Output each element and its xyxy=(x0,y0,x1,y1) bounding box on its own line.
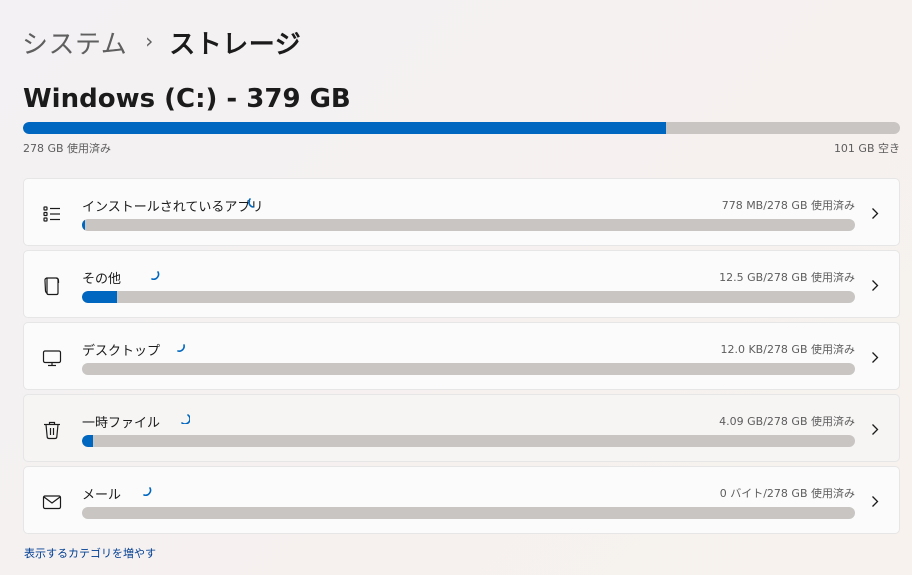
category-label: インストールされているアプリ xyxy=(82,200,264,215)
category-usage-bar xyxy=(82,435,855,447)
category-installed-apps[interactable]: インストールされているアプリ 778 MB/278 GB 使用済み xyxy=(23,178,900,246)
desktop-monitor-icon xyxy=(41,347,63,369)
category-usage-bar-fill xyxy=(82,507,85,519)
storage-category-list: インストールされているアプリ 778 MB/278 GB 使用済み その他 12… xyxy=(23,178,900,538)
trash-icon xyxy=(41,419,63,441)
page-title: ストレージ xyxy=(169,29,302,60)
category-usage-bar-fill xyxy=(82,291,117,303)
category-size: 778 MB/278 GB 使用済み xyxy=(721,199,855,212)
loading-spinner-icon xyxy=(181,414,190,424)
breadcrumb: システム › ストレージ xyxy=(22,24,301,60)
category-usage-bar-fill xyxy=(82,435,93,447)
category-label: デスクトップ xyxy=(82,344,161,359)
drive-title: Windows (C:) - 379 GB xyxy=(23,84,351,114)
category-label: メール xyxy=(82,488,122,503)
drive-used-label: 278 GB 使用済み xyxy=(23,142,112,155)
category-label: その他 xyxy=(82,272,122,287)
chevron-right-icon xyxy=(869,422,881,436)
loading-spinner-icon xyxy=(143,487,152,496)
category-mail[interactable]: メール 0 バイト/278 GB 使用済み xyxy=(23,466,900,534)
loading-spinner-icon xyxy=(151,271,160,280)
other-files-icon xyxy=(41,275,63,297)
loading-spinner-icon xyxy=(248,198,254,208)
breadcrumb-separator-icon: › xyxy=(145,29,154,53)
category-desktop[interactable]: デスクトップ 12.0 KB/278 GB 使用済み xyxy=(23,322,900,390)
category-size: 12.5 GB/278 GB 使用済み xyxy=(719,271,855,284)
category-other[interactable]: その他 12.5 GB/278 GB 使用済み xyxy=(23,250,900,318)
show-more-categories-link[interactable]: 表示するカテゴリを増やす xyxy=(24,545,156,561)
chevron-right-icon xyxy=(869,206,881,220)
category-usage-bar xyxy=(82,291,855,303)
mail-icon xyxy=(41,491,63,513)
chevron-right-icon xyxy=(869,278,881,292)
category-size: 0 バイト/278 GB 使用済み xyxy=(719,487,855,500)
category-usage-bar-fill xyxy=(82,363,85,375)
drive-usage-bar xyxy=(23,122,900,134)
category-usage-bar xyxy=(82,219,855,231)
chevron-right-icon xyxy=(869,350,881,364)
loading-spinner-icon xyxy=(177,344,185,352)
category-usage-bar xyxy=(82,363,855,375)
drive-free-label: 101 GB 空き xyxy=(833,142,900,155)
chevron-right-icon xyxy=(869,494,881,508)
category-usage-bar-fill xyxy=(82,219,86,231)
category-label: 一時ファイル xyxy=(82,416,161,431)
category-size: 12.0 KB/278 GB 使用済み xyxy=(720,343,855,356)
category-temporary-files[interactable]: 一時ファイル 4.09 GB/278 GB 使用済み xyxy=(23,394,900,462)
apps-list-icon xyxy=(41,203,63,225)
category-size: 4.09 GB/278 GB 使用済み xyxy=(719,415,855,428)
breadcrumb-parent-system[interactable]: システム xyxy=(22,24,127,61)
drive-usage-bar-fill xyxy=(23,122,666,134)
category-usage-bar xyxy=(82,507,855,519)
